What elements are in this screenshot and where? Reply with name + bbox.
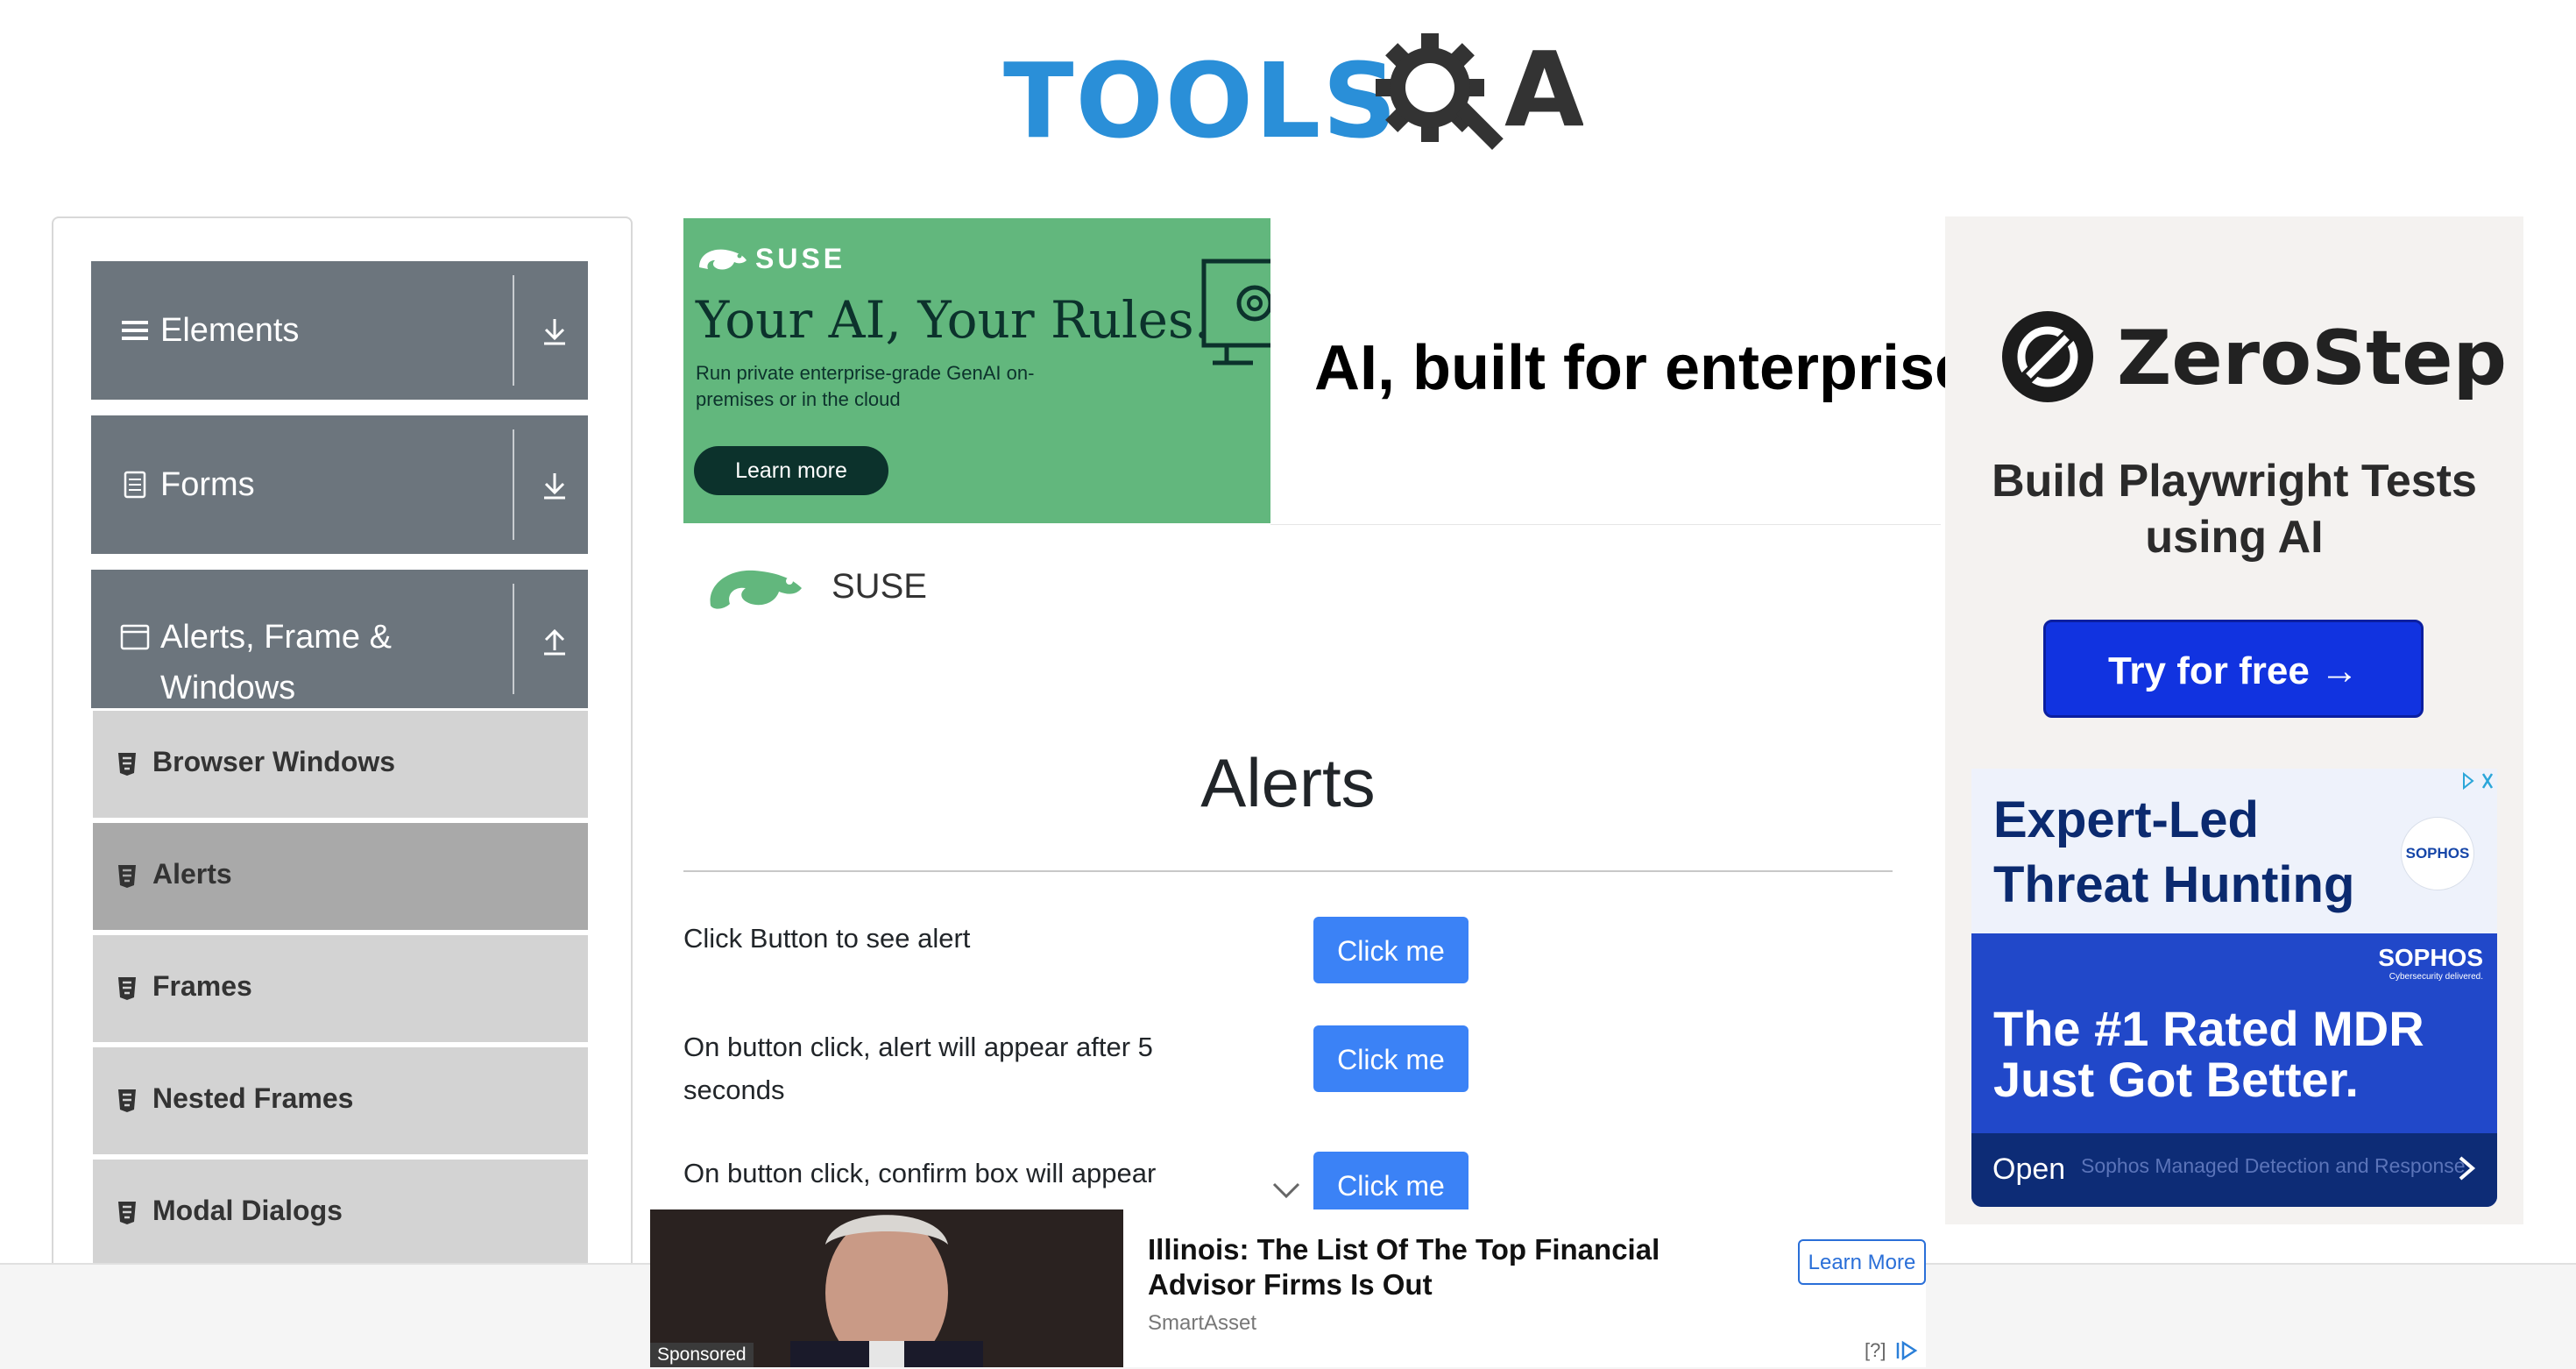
suse-chameleon-icon [710,570,802,609]
sponsored-label: Sponsored [650,1343,754,1367]
ad-source: SmartAsset [1148,1311,1257,1335]
html5-icon [118,865,136,888]
sophos-ad-header[interactable]: Expert-Led Threat Hunting SOPHOS [1971,769,2497,933]
sidebar-item-label: Browser Windows [152,746,396,777]
download-arrow-icon[interactable] [537,468,572,503]
html5-icon [118,977,136,1000]
sophos-description: Sophos Managed Detection and Response [2081,1154,2466,1177]
upload-arrow-icon[interactable] [537,624,572,659]
ad-help-link[interactable]: [?] [1865,1339,1886,1362]
document-icon [124,471,146,499]
suse-ad-headline: Your AI, Your Rules. [696,290,1211,350]
sidebar-item-label: Alerts [152,858,232,890]
divider [513,275,514,386]
sidebar-group-alerts-frame-windows[interactable]: Alerts, Frame & Windows [91,570,588,708]
sophos-headline-2: The #1 Rated MDR Just Got Better. [1993,1001,2424,1107]
open-button[interactable]: Open [1992,1153,2065,1187]
sidebar-item-browser-windows[interactable]: Browser Windows [93,711,588,821]
sidebar-group-label-line2: Windows [160,670,296,706]
zerostep-name: ZeroStep [2117,315,2508,402]
suse-brand: SUSE [755,243,846,274]
sidebar-item-modal-dialogs[interactable]: Modal Dialogs [93,1160,588,1270]
divider [1270,524,1941,525]
divider [513,584,514,694]
alert-button[interactable]: Click me [1313,917,1468,983]
advertiser-name: SUSE [832,567,927,606]
divider [513,429,514,540]
chameleon-logo-icon [699,249,747,270]
ad-headline[interactable]: Illinois: The List Of The Top Financial … [1148,1232,1761,1302]
window-icon [120,624,150,650]
sophos-badge: SOPHOS [2401,817,2474,890]
timer-alert-button[interactable]: Click me [1313,1025,1468,1092]
suse-ad-subtext: Run private enterprise-grade GenAI on-pr… [696,362,1035,410]
banner-ad[interactable]: SUSE Your AI, Your Rules. Run private en… [683,218,1970,525]
sidebar-group-forms[interactable]: Forms [91,415,588,559]
page-title: Alerts [1200,744,1376,821]
html5-icon [118,753,136,776]
confirm-row-label: On button click, confirm box will appear [683,1158,1157,1188]
sidebar-item-label: Frames [152,970,252,1002]
ad-advertiser[interactable]: SUSE [705,548,968,627]
sticky-bottom-ad[interactable]: Sponsored Illinois: The List Of The Top … [650,1209,1926,1367]
sidebar-group-elements[interactable]: Elements [91,261,588,405]
monitor-gear-icon [1201,259,1270,365]
zerostep-logo-icon [2002,311,2093,402]
advisor-photo[interactable]: Sponsored [650,1209,1123,1367]
sidebar-group-label: Forms [160,466,255,503]
sidebar-item-label: Modal Dialogs [152,1195,343,1226]
sidebar-item-nested-frames[interactable]: Nested Frames [93,1047,588,1158]
sidebar-item-frames[interactable]: Frames [93,935,588,1046]
suse-ad-creative[interactable]: SUSE Your AI, Your Rules. Run private en… [683,218,1270,523]
sidebar-group-label: Elements [160,312,300,349]
learn-more-button[interactable]: Learn more [694,446,888,495]
zerostep-tagline: Build Playwright Tests using AI [1992,456,2477,563]
sophos-ad-body[interactable]: SOPHOS Cybersecurity delivered. The #1 R… [1971,933,2497,1207]
sidebar: Elements Forms Alerts, Frame & Windows B… [52,216,633,1369]
banner-ad-tagline: AI, built for enterprise [1314,333,1971,403]
divider [683,870,1893,872]
toolsqa-logo[interactable]: TOOLS A [1003,25,1583,165]
sidebar-item-alerts[interactable]: Alerts [93,823,588,933]
html5-icon [118,1089,136,1112]
sidebar-group-label-line1: Alerts, Frame & [160,619,392,656]
adchoices-icon[interactable] [2460,769,2497,793]
sophos-cta-bar[interactable]: Open Sophos Managed Detection and Respon… [1971,1133,2497,1207]
confirm-button[interactable]: Click me [1313,1152,1468,1218]
logo-text: TOOLS [1003,40,1399,161]
chevron-right-icon[interactable] [2453,1151,2480,1186]
learn-more-button[interactable]: Learn More [1798,1239,1926,1285]
sidebar-item-label: Nested Frames [152,1082,354,1114]
svg-text:A: A [1504,29,1583,150]
sophos-brand-tagline: Cybersecurity delivered. [2388,972,2483,982]
download-arrow-icon[interactable] [537,314,572,349]
chevron-down-icon[interactable] [1270,1179,1302,1200]
right-sidebar-ad[interactable]: ZeroStep Build Playwright Tests using AI… [1945,216,2523,1224]
sophos-headline: Expert-Led Threat Hunting [1993,791,2355,913]
gear-magnifier-icon: A [1376,29,1583,151]
sophos-logo: SOPHOS Cybersecurity delivered. [2378,944,2483,982]
adchoices-icon[interactable] [1894,1339,1921,1362]
hamburger-icon [122,321,148,340]
alert-row-label: Click Button to see alert [683,923,971,954]
try-for-free-button[interactable]: Try for free → [2043,620,2424,718]
html5-icon [118,1202,136,1224]
timer-alert-row-label: On button click, alert will appear after… [683,1032,1153,1105]
